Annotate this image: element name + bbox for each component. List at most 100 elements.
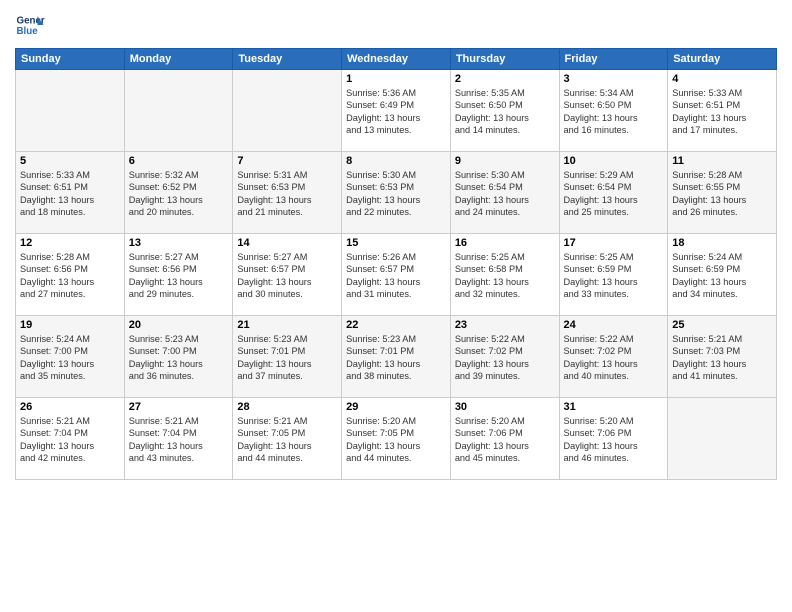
day-number: 25	[672, 319, 772, 331]
calendar-cell: 23 Sunrise: 5:22 AM Sunset: 7:02 PM Dayli…	[450, 316, 559, 398]
day-number: 16	[455, 237, 555, 249]
calendar-cell: 8Sunrise: 5:30 AM Sunset: 6:53 PM Daylig…	[342, 152, 451, 234]
day-number: 12	[20, 237, 120, 249]
calendar-cell: 9 Sunrise: 5:30 AM Sunset: 6:54 PM Daylig…	[450, 152, 559, 234]
calendar-header-monday: Monday	[124, 49, 233, 70]
calendar-cell: 31 Sunrise: 5:20 AM Sunset: 7:06 PM Dayli…	[559, 398, 668, 480]
day-info: Sunrise: 5:30 AM Sunset: 6:54 PM Dayligh…	[455, 169, 555, 219]
day-info: Sunrise: 5:21 AM Sunset: 7:04 PM Dayligh…	[129, 415, 229, 465]
calendar-header-tuesday: Tuesday	[233, 49, 342, 70]
day-number: 29	[346, 401, 446, 413]
calendar-cell: 20Sunrise: 5:23 AM Sunset: 7:00 PM Dayli…	[124, 316, 233, 398]
calendar-cell: 16 Sunrise: 5:25 AM Sunset: 6:58 PM Dayli…	[450, 234, 559, 316]
day-number: 23	[455, 319, 555, 331]
calendar-header-friday: Friday	[559, 49, 668, 70]
calendar-cell: 24 Sunrise: 5:22 AM Sunset: 7:02 PM Dayli…	[559, 316, 668, 398]
calendar-cell: 25Sunrise: 5:21 AM Sunset: 7:03 PM Dayli…	[668, 316, 777, 398]
calendar-cell: 12Sunrise: 5:28 AM Sunset: 6:56 PM Dayli…	[16, 234, 125, 316]
day-number: 3	[564, 73, 664, 85]
calendar-week-1: 1 Sunrise: 5:36 AM Sunset: 6:49 PM Daylig…	[16, 70, 777, 152]
day-info: Sunrise: 5:24 AM Sunset: 6:59 PM Dayligh…	[672, 251, 772, 301]
day-info: Sunrise: 5:22 AM Sunset: 7:02 PM Dayligh…	[455, 333, 555, 383]
calendar-cell: 21 Sunrise: 5:23 AM Sunset: 7:01 PM Dayli…	[233, 316, 342, 398]
day-info: Sunrise: 5:27 AM Sunset: 6:56 PM Dayligh…	[129, 251, 229, 301]
day-number: 14	[237, 237, 337, 249]
calendar-header-saturday: Saturday	[668, 49, 777, 70]
day-info: Sunrise: 5:21 AM Sunset: 7:05 PM Dayligh…	[237, 415, 337, 465]
day-info: Sunrise: 5:23 AM Sunset: 7:01 PM Dayligh…	[237, 333, 337, 383]
calendar-cell	[16, 70, 125, 152]
calendar-cell: 10Sunrise: 5:29 AM Sunset: 6:54 PM Dayli…	[559, 152, 668, 234]
day-info: Sunrise: 5:27 AM Sunset: 6:57 PM Dayligh…	[237, 251, 337, 301]
day-number: 19	[20, 319, 120, 331]
day-info: Sunrise: 5:22 AM Sunset: 7:02 PM Dayligh…	[564, 333, 664, 383]
calendar-cell: 27Sunrise: 5:21 AM Sunset: 7:04 PM Dayli…	[124, 398, 233, 480]
calendar-cell: 6Sunrise: 5:32 AM Sunset: 6:52 PM Daylig…	[124, 152, 233, 234]
day-number: 8	[346, 155, 446, 167]
day-number: 21	[237, 319, 337, 331]
calendar-cell: 26Sunrise: 5:21 AM Sunset: 7:04 PM Dayli…	[16, 398, 125, 480]
calendar-cell: 29 Sunrise: 5:20 AM Sunset: 7:05 PM Dayli…	[342, 398, 451, 480]
day-info: Sunrise: 5:35 AM Sunset: 6:50 PM Dayligh…	[455, 87, 555, 137]
day-info: Sunrise: 5:36 AM Sunset: 6:49 PM Dayligh…	[346, 87, 446, 137]
day-number: 15	[346, 237, 446, 249]
calendar-week-2: 5 Sunrise: 5:33 AM Sunset: 6:51 PM Daylig…	[16, 152, 777, 234]
day-number: 30	[455, 401, 555, 413]
calendar-cell: 1 Sunrise: 5:36 AM Sunset: 6:49 PM Daylig…	[342, 70, 451, 152]
calendar-cell: 28 Sunrise: 5:21 AM Sunset: 7:05 PM Dayli…	[233, 398, 342, 480]
day-info: Sunrise: 5:20 AM Sunset: 7:06 PM Dayligh…	[564, 415, 664, 465]
calendar-cell: 5 Sunrise: 5:33 AM Sunset: 6:51 PM Daylig…	[16, 152, 125, 234]
day-number: 31	[564, 401, 664, 413]
day-info: Sunrise: 5:28 AM Sunset: 6:55 PM Dayligh…	[672, 169, 772, 219]
day-number: 18	[672, 237, 772, 249]
day-number: 5	[20, 155, 120, 167]
day-info: Sunrise: 5:25 AM Sunset: 6:59 PM Dayligh…	[564, 251, 664, 301]
day-number: 9	[455, 155, 555, 167]
calendar-cell: 13Sunrise: 5:27 AM Sunset: 6:56 PM Dayli…	[124, 234, 233, 316]
day-info: Sunrise: 5:24 AM Sunset: 7:00 PM Dayligh…	[20, 333, 120, 383]
calendar-cell: 4 Sunrise: 5:33 AM Sunset: 6:51 PM Daylig…	[668, 70, 777, 152]
day-info: Sunrise: 5:29 AM Sunset: 6:54 PM Dayligh…	[564, 169, 664, 219]
day-info: Sunrise: 5:31 AM Sunset: 6:53 PM Dayligh…	[237, 169, 337, 219]
header: General Blue	[15, 10, 777, 40]
calendar-cell	[233, 70, 342, 152]
calendar-cell	[124, 70, 233, 152]
day-info: Sunrise: 5:20 AM Sunset: 7:06 PM Dayligh…	[455, 415, 555, 465]
calendar-cell: 22 Sunrise: 5:23 AM Sunset: 7:01 PM Dayli…	[342, 316, 451, 398]
day-number: 24	[564, 319, 664, 331]
calendar-table: SundayMondayTuesdayWednesdayThursdayFrid…	[15, 48, 777, 480]
day-info: Sunrise: 5:26 AM Sunset: 6:57 PM Dayligh…	[346, 251, 446, 301]
day-info: Sunrise: 5:33 AM Sunset: 6:51 PM Dayligh…	[20, 169, 120, 219]
svg-text:Blue: Blue	[17, 26, 39, 37]
calendar-cell: 2Sunrise: 5:35 AM Sunset: 6:50 PM Daylig…	[450, 70, 559, 152]
day-info: Sunrise: 5:23 AM Sunset: 7:01 PM Dayligh…	[346, 333, 446, 383]
day-info: Sunrise: 5:20 AM Sunset: 7:05 PM Dayligh…	[346, 415, 446, 465]
day-number: 4	[672, 73, 772, 85]
day-number: 28	[237, 401, 337, 413]
day-number: 11	[672, 155, 772, 167]
day-info: Sunrise: 5:34 AM Sunset: 6:50 PM Dayligh…	[564, 87, 664, 137]
calendar-cell: 15 Sunrise: 5:26 AM Sunset: 6:57 PM Dayli…	[342, 234, 451, 316]
day-number: 22	[346, 319, 446, 331]
calendar-week-3: 12Sunrise: 5:28 AM Sunset: 6:56 PM Dayli…	[16, 234, 777, 316]
logo: General Blue	[15, 10, 49, 40]
calendar-week-4: 19 Sunrise: 5:24 AM Sunset: 7:00 PM Dayli…	[16, 316, 777, 398]
calendar-header-row: SundayMondayTuesdayWednesdayThursdayFrid…	[16, 49, 777, 70]
day-number: 6	[129, 155, 229, 167]
calendar-header-thursday: Thursday	[450, 49, 559, 70]
calendar-cell: 19 Sunrise: 5:24 AM Sunset: 7:00 PM Dayli…	[16, 316, 125, 398]
day-number: 1	[346, 73, 446, 85]
day-number: 26	[20, 401, 120, 413]
calendar-cell	[668, 398, 777, 480]
calendar-header-wednesday: Wednesday	[342, 49, 451, 70]
day-info: Sunrise: 5:23 AM Sunset: 7:00 PM Dayligh…	[129, 333, 229, 383]
calendar-cell: 7 Sunrise: 5:31 AM Sunset: 6:53 PM Daylig…	[233, 152, 342, 234]
page-container: General Blue SundayMondayTuesdayWednesda…	[0, 0, 792, 612]
day-info: Sunrise: 5:25 AM Sunset: 6:58 PM Dayligh…	[455, 251, 555, 301]
calendar-week-5: 26 Sunrise: 5:21 AM Sunset: 7:04 PM Dayli…	[16, 398, 777, 480]
calendar-cell: 3 Sunrise: 5:34 AM Sunset: 6:50 PM Daylig…	[559, 70, 668, 152]
calendar-cell: 18 Sunrise: 5:24 AM Sunset: 6:59 PM Dayli…	[668, 234, 777, 316]
day-number: 7	[237, 155, 337, 167]
day-info: Sunrise: 5:33 AM Sunset: 6:51 PM Dayligh…	[672, 87, 772, 137]
calendar-cell: 17Sunrise: 5:25 AM Sunset: 6:59 PM Dayli…	[559, 234, 668, 316]
